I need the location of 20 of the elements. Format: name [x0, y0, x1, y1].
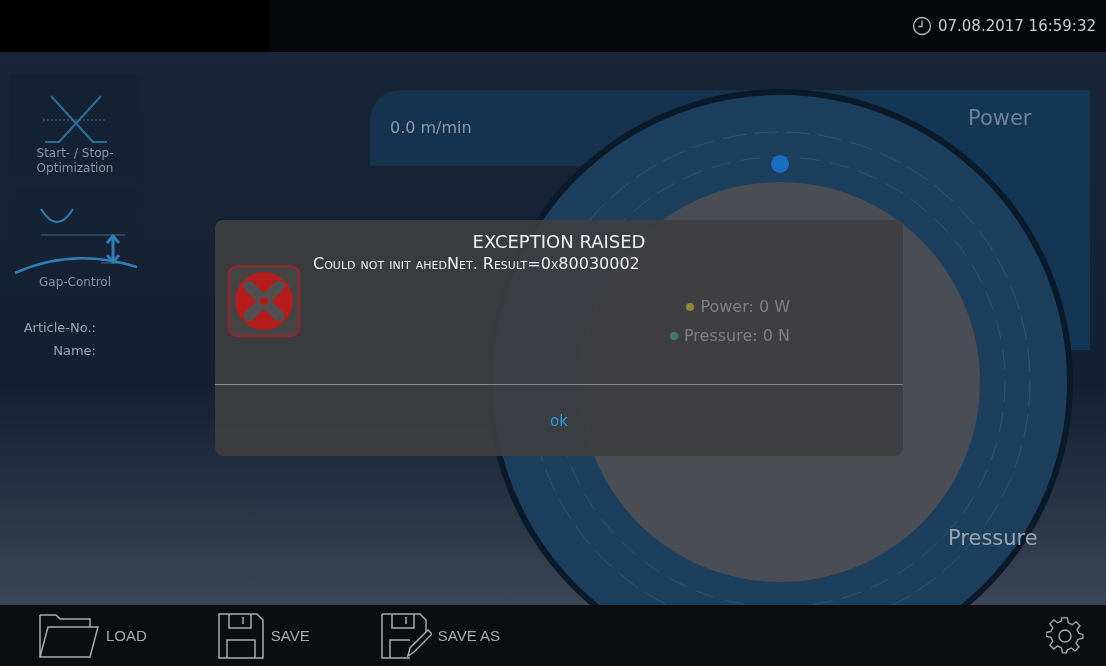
field-label: Article-No.:: [23, 320, 96, 335]
date-time: 07.08.2017 16:59:32: [937, 17, 1096, 35]
floppy-disk-pencil-icon: [379, 611, 432, 660]
folder-icon: [38, 612, 100, 659]
settings-icon: [1046, 616, 1084, 655]
legend-text: Power: 0 W: [700, 297, 791, 316]
ok-button[interactable]: ok: [540, 407, 578, 434]
error-icon: [227, 264, 301, 338]
clock-icon: [911, 16, 932, 36]
settings-button[interactable]: [1046, 616, 1084, 655]
power-label: Power: [968, 106, 1032, 130]
dialog-title: EXCEPTION RAISED: [471, 230, 647, 252]
toolbar-button[interactable]: SAVE AS: [379, 611, 501, 660]
error-message: Could not init ahedNet. Result=0x80030002: [313, 254, 640, 273]
speed-reading: 0.0 m/min: [390, 118, 472, 137]
pressure-label: Pressure: [948, 526, 1038, 550]
legend-text: Pressure: 0 N: [684, 326, 791, 345]
toolbar-button[interactable]: SAVE: [216, 611, 310, 660]
field-label: Name:: [53, 343, 96, 358]
toolbar-button[interactable]: LOAD: [38, 612, 147, 659]
